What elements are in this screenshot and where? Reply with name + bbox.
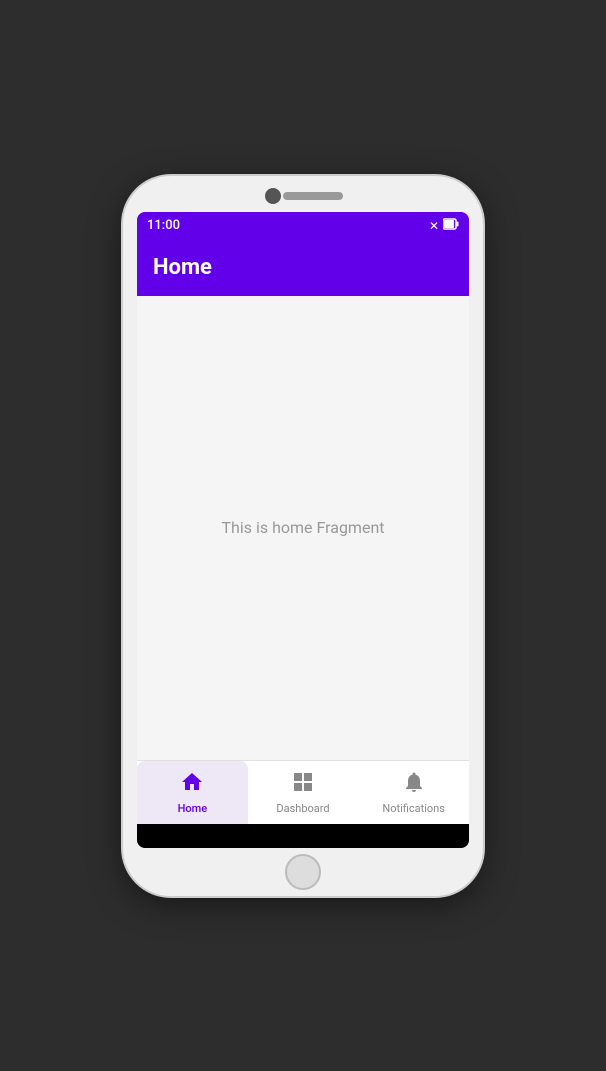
content-area: This is home Fragment — [137, 296, 469, 760]
phone-speaker — [283, 192, 343, 200]
app-bar: Home — [137, 240, 469, 296]
battery-icon — [443, 218, 459, 233]
phone-camera — [265, 188, 281, 204]
tab-dashboard[interactable]: Dashboard — [248, 761, 359, 824]
phone-frame: 11:00 ✕ Home This is home Fragment — [123, 176, 483, 896]
tab-home-label: Home — [178, 802, 208, 815]
close-icon: ✕ — [429, 219, 439, 233]
android-nav-bar — [137, 824, 469, 848]
tab-notifications-label: Notifications — [382, 802, 445, 815]
dashboard-icon — [291, 770, 315, 800]
app-bar-title: Home — [153, 255, 212, 280]
tab-notifications[interactable]: Notifications — [358, 761, 469, 824]
status-time: 11:00 — [147, 218, 180, 233]
phone-home-button[interactable] — [285, 854, 321, 890]
notifications-icon — [402, 770, 426, 800]
bottom-navigation: Home Dashboard Notifications — [137, 760, 469, 824]
status-icons: ✕ — [429, 218, 459, 233]
home-icon — [180, 770, 204, 800]
tab-dashboard-label: Dashboard — [276, 802, 329, 815]
status-bar: 11:00 ✕ — [137, 212, 469, 240]
home-fragment-text: This is home Fragment — [221, 518, 384, 537]
phone-screen: 11:00 ✕ Home This is home Fragment — [137, 212, 469, 848]
tab-home[interactable]: Home — [137, 761, 248, 824]
